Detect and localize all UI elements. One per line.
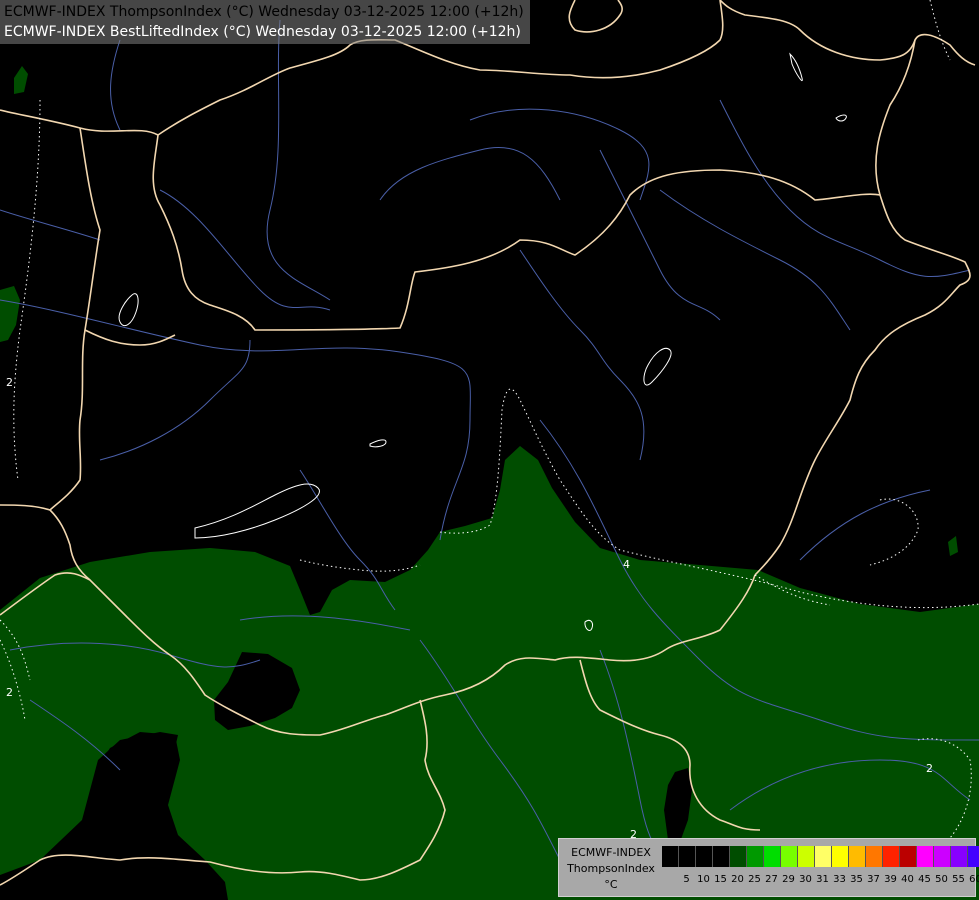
legend-swatch bbox=[849, 846, 866, 867]
legend-tick-label: 20 bbox=[731, 874, 744, 885]
legend-tick-label: 30 bbox=[799, 874, 812, 885]
legend-tick-label: 29 bbox=[782, 874, 795, 885]
legend-swatch bbox=[679, 846, 696, 867]
legend-swatch bbox=[781, 846, 798, 867]
legend-labels: ECMWF-INDEX ThompsonIndex °C bbox=[562, 845, 660, 893]
legend-tick-label: 31 bbox=[816, 874, 829, 885]
legend-tick-label: 25 bbox=[748, 874, 761, 885]
legend-swatch bbox=[747, 846, 764, 867]
legend-swatch bbox=[815, 846, 832, 867]
contour-label: 2 bbox=[6, 686, 13, 699]
legend-tick-label: 15 bbox=[714, 874, 727, 885]
legend-swatch bbox=[968, 846, 979, 867]
legend-tick-label: 60 bbox=[969, 874, 979, 885]
legend-tick-label: 35 bbox=[850, 874, 863, 885]
legend-swatch bbox=[832, 846, 849, 867]
legend-swatch bbox=[883, 846, 900, 867]
legend-tick-label: 55 bbox=[952, 874, 965, 885]
legend-tick-label: 39 bbox=[884, 874, 897, 885]
legend-title: ECMWF-INDEX bbox=[571, 846, 651, 859]
contour-label: 2 bbox=[6, 376, 13, 389]
legend-color-bar bbox=[662, 846, 979, 867]
legend-swatch bbox=[662, 846, 679, 867]
map-title-secondary: ECMWF-INDEX BestLiftedIndex (°C) Wednesd… bbox=[4, 24, 521, 40]
legend-tick-label: 27 bbox=[765, 874, 778, 885]
legend-swatch bbox=[764, 846, 781, 867]
legend-tick-label: 40 bbox=[901, 874, 914, 885]
legend-tick-label: 50 bbox=[935, 874, 948, 885]
legend-swatch bbox=[917, 846, 934, 867]
legend-swatch bbox=[713, 846, 730, 867]
legend-swatch bbox=[951, 846, 968, 867]
map-canvas: 2 4 2 2 2 bbox=[0, 0, 979, 900]
legend-swatch bbox=[730, 846, 747, 867]
legend-parameter: ThompsonIndex bbox=[567, 862, 655, 875]
contour-label: 4 bbox=[623, 558, 630, 571]
legend-ticks: 5 10 15 20 25 27 29 30 31 33 35 37 39 40 45 50 55 60 bbox=[662, 874, 979, 888]
legend-tick-label: 45 bbox=[918, 874, 931, 885]
legend-swatch bbox=[900, 846, 917, 867]
legend-swatch bbox=[696, 846, 713, 867]
map-title-box: ECMWF-INDEX ThompsonIndex (°C) Wednesday… bbox=[0, 0, 530, 44]
legend-unit: °C bbox=[604, 878, 618, 891]
legend-tick-label: 37 bbox=[867, 874, 880, 885]
legend-tick-label: 33 bbox=[833, 874, 846, 885]
legend-tick-label: 10 bbox=[697, 874, 710, 885]
weather-map: 2 4 2 2 2 ECMWF-INDEX ThompsonIndex (°C)… bbox=[0, 0, 979, 900]
contour-label: 2 bbox=[926, 762, 933, 775]
color-legend: ECMWF-INDEX ThompsonIndex °C 5 10 15 20 25 27… bbox=[558, 838, 979, 897]
map-title-primary: ECMWF-INDEX ThompsonIndex (°C) Wednesday… bbox=[4, 4, 524, 20]
legend-swatch bbox=[866, 846, 883, 867]
legend-tick-label: 5 bbox=[683, 874, 690, 885]
legend-swatch bbox=[798, 846, 815, 867]
legend-swatch bbox=[934, 846, 951, 867]
